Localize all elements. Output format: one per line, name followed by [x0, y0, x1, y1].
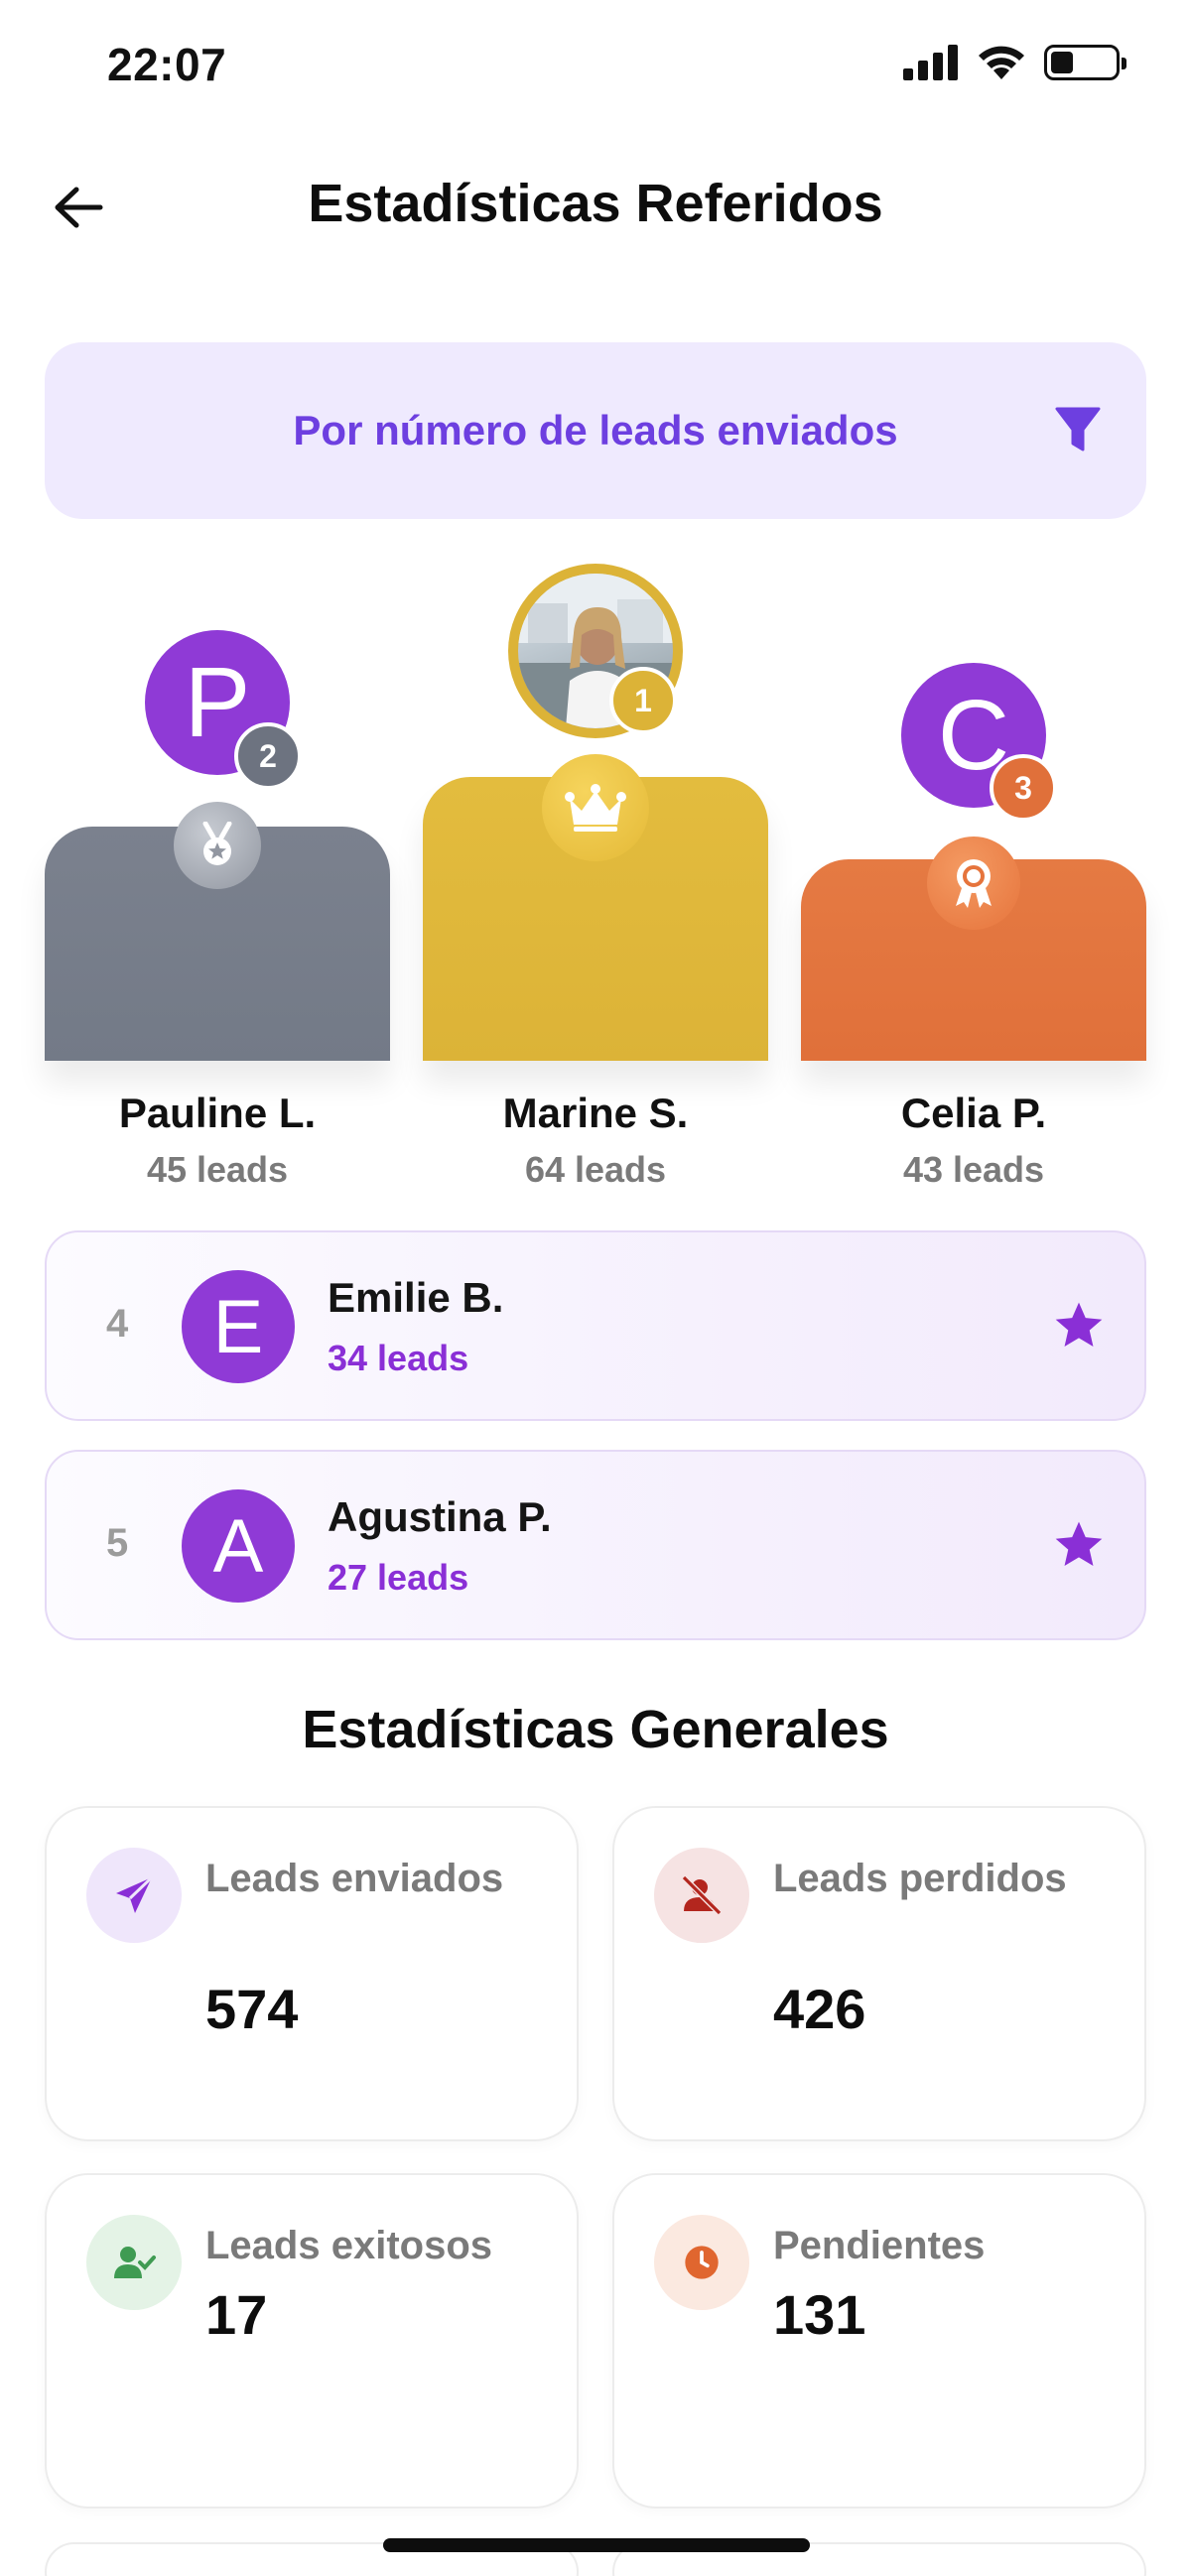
podium-name-first: Marine S. — [502, 1090, 689, 1136]
rank-badge-second: 2 — [234, 722, 302, 790]
rank-badge-third: 3 — [990, 754, 1057, 822]
rank-badge-first: 1 — [609, 667, 677, 734]
ranking-leads: 27 leads — [328, 1557, 469, 1598]
filter-funnel-icon[interactable] — [1055, 406, 1101, 453]
stat-card-leads-lost[interactable]: Leads perdidos 426 — [612, 1806, 1146, 2141]
stat-label: Pendientes — [773, 2224, 986, 2267]
avatar: A — [182, 1489, 295, 1603]
ranking-position: 4 — [106, 1302, 129, 1346]
page-title: Estadísticas Referidos — [308, 174, 883, 233]
battery-icon — [1044, 45, 1126, 80]
podium-name-second: Pauline L. — [118, 1090, 317, 1136]
ranking-row[interactable]: 5 A Agustina P. 27 leads — [45, 1450, 1146, 1640]
stat-label: Leads enviados — [205, 1857, 504, 1900]
podium-name-third: Celia P. — [900, 1090, 1047, 1136]
section-title-general-stats: Estadísticas Generales — [302, 1700, 889, 1759]
ranking-position: 5 — [106, 1521, 129, 1565]
stat-value: 17 — [205, 2283, 268, 2346]
silver-medal-icon — [174, 802, 261, 889]
stat-card-leads-success[interactable]: Leads exitosos 17 — [45, 2173, 579, 2509]
ranking-leads: 34 leads — [328, 1338, 469, 1378]
user-remove-icon — [654, 1848, 749, 1943]
status-time: 22:07 — [107, 39, 227, 90]
stat-card-leads-sent[interactable]: Leads enviados 574 — [45, 1806, 579, 2141]
status-icons — [903, 44, 1126, 81]
ranking-name: Emilie B. — [328, 1274, 504, 1321]
filter-label: Por número de leads enviados — [293, 407, 898, 453]
crown-icon — [542, 754, 649, 861]
cellular-signal-icon — [903, 45, 958, 80]
star-icon — [1055, 1302, 1103, 1347]
star-icon — [1055, 1521, 1103, 1566]
status-bar: 22:07 — [0, 0, 1191, 134]
award-ribbon-icon — [927, 837, 1020, 930]
stat-label: Leads perdidos — [773, 1857, 1067, 1900]
podium-leads-first: 64 leads — [524, 1149, 667, 1190]
clock-icon — [654, 2215, 749, 2310]
stat-value: 426 — [773, 1978, 866, 2040]
avatar: E — [182, 1270, 295, 1383]
user-check-icon — [86, 2215, 182, 2310]
ranking-row[interactable]: 4 E Emilie B. 34 leads — [45, 1230, 1146, 1421]
stat-label: Leads exitosos — [205, 2224, 493, 2267]
home-indicator[interactable] — [383, 2538, 810, 2552]
podium-leads-second: 45 leads — [146, 1149, 289, 1190]
filter-selector[interactable]: Por número de leads enviados — [45, 342, 1146, 519]
ranking-name: Agustina P. — [328, 1493, 552, 1540]
wifi-icon — [979, 46, 1024, 79]
stat-card-pending[interactable]: Pendientes 131 — [612, 2173, 1146, 2509]
podium-leads-third: 43 leads — [902, 1149, 1045, 1190]
stat-value: 574 — [205, 1978, 299, 2040]
paper-plane-icon — [86, 1848, 182, 1943]
stat-value: 131 — [773, 2283, 866, 2346]
